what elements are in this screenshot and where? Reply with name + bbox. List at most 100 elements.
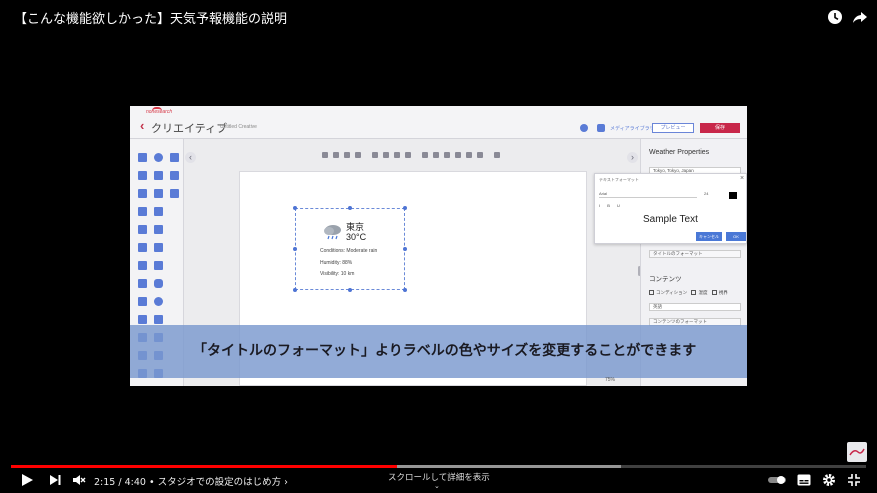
paste-icon[interactable] (394, 152, 400, 158)
back-arrow-icon[interactable]: ‹ (140, 119, 144, 132)
subtitles-icon[interactable] (795, 472, 813, 488)
ticker-tool-icon[interactable] (138, 243, 147, 252)
add-icon[interactable] (355, 152, 361, 158)
close-icon[interactable]: × (740, 175, 744, 182)
resize-handle[interactable] (293, 247, 297, 251)
rain-cloud-icon (323, 224, 343, 245)
link-tool-icon[interactable] (138, 225, 147, 234)
yammer-tool-icon[interactable] (154, 315, 163, 324)
resize-handle[interactable] (403, 288, 407, 292)
resize-handle[interactable] (293, 288, 297, 292)
font-size-field[interactable]: 24 (704, 191, 708, 196)
document-name[interactable]: Untitled Creative (220, 124, 257, 130)
weather-conditions: Conditions: Moderate rain (320, 248, 378, 254)
copy-icon[interactable] (383, 152, 389, 158)
slides-tool-icon[interactable] (154, 189, 163, 198)
canvas-toolbar (320, 151, 510, 161)
align-center-icon[interactable] (333, 152, 339, 158)
camera-icon[interactable] (597, 124, 605, 132)
screen-tool-icon[interactable] (154, 243, 163, 252)
layer-icon[interactable] (372, 152, 378, 158)
resize-handle[interactable] (403, 247, 407, 251)
text-tool-icon[interactable] (138, 153, 147, 162)
mute-icon[interactable] (70, 472, 88, 488)
redo-icon[interactable] (477, 152, 483, 158)
rss-tool-icon[interactable] (154, 207, 163, 216)
share-icon[interactable] (851, 8, 869, 26)
video-frame[interactable]: nonesearch ‹ クリエイティブ Untitled Creative メ… (130, 106, 747, 386)
channel-watermark[interactable] (847, 442, 867, 462)
image-tool-icon[interactable] (154, 171, 163, 180)
clock-icon[interactable] (826, 8, 844, 26)
play-icon[interactable] (18, 472, 36, 488)
feed-tool-icon[interactable] (138, 261, 147, 270)
store-tool-icon[interactable] (170, 171, 179, 180)
text-format-dialog: テキストフォーマット × Arial 24 I B U Sample Text … (594, 173, 747, 244)
properties-title[interactable]: Weather Properties (649, 149, 709, 156)
progress-played (11, 465, 397, 468)
delete-icon[interactable] (405, 152, 411, 158)
font-select[interactable]: Arial (599, 191, 697, 198)
cancel-button[interactable]: キャンセル (696, 232, 722, 241)
chapter-link[interactable]: • スタジオでの設定のはじめ方 › (149, 477, 288, 488)
instagram-tool-icon[interactable] (154, 279, 163, 288)
group-icon[interactable] (422, 152, 428, 158)
lock-icon[interactable] (444, 152, 450, 158)
visibility-label: 視界 (718, 290, 728, 295)
search-tool-icon[interactable] (154, 297, 163, 306)
dialog-title: テキストフォーマット (599, 177, 639, 182)
settings-gear-icon[interactable] (820, 472, 838, 488)
map-tool-icon[interactable] (138, 315, 147, 324)
paint-icon[interactable] (494, 152, 500, 158)
copy-tool-icon[interactable] (154, 225, 163, 234)
language-select[interactable]: 英語 (649, 303, 741, 311)
video-title[interactable]: 【こんな機能欲しかった】天気予報機能の説明 (14, 8, 287, 27)
table-tool-icon[interactable] (170, 153, 179, 162)
title-format-button[interactable]: タイトルのフォーマット (649, 250, 741, 258)
save-button[interactable]: 保存 (700, 123, 740, 133)
video-tool-icon[interactable] (138, 207, 147, 216)
weather-temperature: 30°C (346, 232, 367, 242)
video-caption: 「タイトルのフォーマット」よりラベルの色やサイズを変更することができます (193, 342, 697, 358)
weather-humidity: Humidity: 88% (320, 260, 353, 266)
collapse-right-icon[interactable]: › (627, 152, 638, 163)
gallery-tool-icon[interactable] (138, 189, 147, 198)
distribute-icon[interactable] (344, 152, 350, 158)
resize-handle[interactable] (403, 206, 407, 210)
condition-label: コンディション (656, 290, 688, 295)
resize-handle[interactable] (348, 206, 352, 210)
resize-handle[interactable] (293, 206, 297, 210)
align-icon[interactable] (322, 152, 328, 158)
time-readout: 2:15 / 4:40 (94, 477, 146, 488)
app-header: nonesearch ‹ クリエイティブ Untitled Creative メ… (130, 106, 747, 139)
embed-tool-icon[interactable] (170, 189, 179, 198)
visibility-checkbox[interactable] (711, 290, 717, 295)
content-checkboxes[interactable]: コンディション 湿度 視界 (649, 290, 728, 296)
undo-icon[interactable] (466, 152, 472, 158)
time-display: 2:15 / 4:40 • スタジオでの設定のはじめ方 › (94, 474, 288, 488)
settings-icon[interactable] (580, 124, 588, 132)
next-icon[interactable] (46, 472, 64, 488)
humidity-label: 湿度 (698, 290, 708, 295)
exit-fullscreen-icon[interactable] (845, 472, 863, 488)
globe-tool-icon[interactable] (154, 153, 163, 162)
color-swatch[interactable] (729, 192, 737, 199)
condition-checkbox[interactable] (649, 290, 654, 295)
collapse-left-icon[interactable]: ‹ (185, 152, 196, 163)
humidity-checkbox[interactable] (691, 290, 697, 295)
chevron-down-icon[interactable]: ⌄ (434, 482, 440, 490)
twitter-tool-icon[interactable] (154, 261, 163, 270)
app-title: クリエイティブ (151, 123, 228, 135)
ok-button[interactable]: OK (726, 232, 746, 241)
ungroup-icon[interactable] (433, 152, 439, 158)
preview-button[interactable]: プレビュー (652, 123, 694, 133)
shape-tool-icon[interactable] (138, 171, 147, 180)
zoom-level[interactable]: 75% (605, 377, 615, 383)
format-buttons[interactable]: I B U (599, 203, 623, 208)
resize-handle[interactable] (348, 288, 352, 292)
move-icon[interactable] (455, 152, 461, 158)
media-library-link[interactable]: メディアライブラリ (610, 125, 655, 132)
youtube-tool-icon[interactable] (138, 297, 147, 306)
autoplay-toggle-icon[interactable] (766, 472, 788, 488)
grid-tool-icon[interactable] (138, 279, 147, 288)
